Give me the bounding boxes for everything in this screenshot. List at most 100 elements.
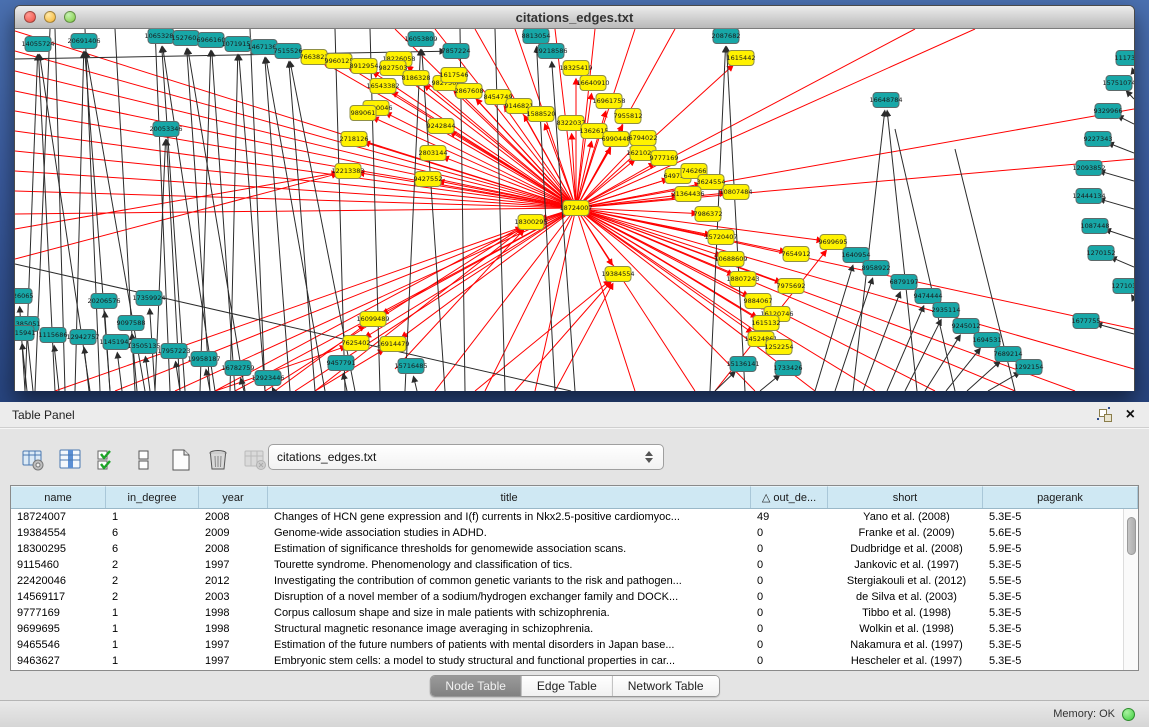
graph-node[interactable]: 20053346: [149, 122, 182, 137]
select-all-checks-icon[interactable]: [94, 447, 120, 473]
graph-node[interactable]: 1615442: [727, 51, 756, 66]
graph-node[interactable]: 1617546: [440, 68, 469, 83]
table-row[interactable]: 911546021997Tourette syndrome. Phenomeno…: [11, 557, 1123, 573]
graph-node[interactable]: 8813054: [522, 29, 551, 44]
tab-edge-table[interactable]: Edge Table: [522, 676, 613, 696]
column-settings-icon[interactable]: [20, 447, 46, 473]
graph-node[interactable]: 1615132: [752, 316, 781, 331]
graph-node[interactable]: 9242844: [427, 119, 456, 134]
graph-node[interactable]: 1117304: [1115, 51, 1134, 66]
graph-node[interactable]: 1115686: [39, 328, 68, 343]
graph-node[interactable]: 7857224: [442, 44, 471, 59]
float-panel-icon[interactable]: [1099, 409, 1112, 422]
trash-icon[interactable]: [205, 447, 231, 473]
select-column-icon[interactable]: [57, 447, 83, 473]
table-row[interactable]: 946362711997Embryonic stem cells: a mode…: [11, 653, 1123, 669]
zoom-window-icon[interactable]: [64, 11, 76, 23]
graph-node[interactable]: 10807484: [719, 185, 752, 200]
graph-node[interactable]: 16053809: [404, 32, 437, 47]
graph-node[interactable]: 9457791: [327, 356, 356, 371]
graph-node[interactable]: 3915941: [15, 326, 35, 341]
graph-node[interactable]: 1733426: [774, 361, 803, 376]
graph-node[interactable]: 9329966: [1094, 104, 1123, 119]
memory-ok-indicator-icon[interactable]: [1122, 708, 1135, 721]
tab-network-table[interactable]: Network Table: [613, 676, 719, 696]
network-canvas[interactable]: 1872400718300295193845547663822996012589…: [15, 29, 1134, 391]
graph-node[interactable]: 7515526: [274, 44, 303, 59]
graph-node[interactable]: 7625402: [342, 336, 371, 351]
graph-node[interactable]: 12923446: [251, 371, 284, 386]
close-window-icon[interactable]: [24, 11, 36, 23]
table-row[interactable]: 1830029562008Estimation of significance …: [11, 541, 1123, 557]
table-row[interactable]: 1938455462009Genome-wide association stu…: [11, 525, 1123, 541]
graph-node[interactable]: 6879197: [890, 275, 919, 290]
graph-node[interactable]: 18325419: [559, 61, 592, 76]
graph-node[interactable]: 14055724: [21, 37, 54, 52]
scrollbar-thumb[interactable]: [1127, 517, 1136, 555]
graph-node[interactable]: 1694531: [973, 333, 1002, 348]
graph-node[interactable]: 12093852: [1072, 161, 1105, 176]
graph-node[interactable]: 1087448: [1081, 219, 1110, 234]
table-row[interactable]: 946554611997Estimation of the future num…: [11, 637, 1123, 653]
graph-node[interactable]: 7654912: [782, 247, 811, 262]
column-header-pagerank[interactable]: pagerank: [983, 486, 1138, 508]
graph-node[interactable]: 15716485: [394, 359, 427, 374]
graph-node[interactable]: 9097588: [117, 316, 146, 331]
graph-node[interactable]: 9227343: [1084, 132, 1113, 147]
graph-node[interactable]: 1677755: [1072, 314, 1101, 329]
graph-node[interactable]: 9699695: [819, 235, 848, 250]
graph-node[interactable]: 18724007: [559, 201, 592, 216]
graph-node[interactable]: 7955812: [614, 109, 643, 124]
table-row[interactable]: 969969511998Structural magnetic resonanc…: [11, 621, 1123, 637]
column-header-name[interactable]: name: [11, 486, 106, 508]
graph-node[interactable]: 16099489: [356, 312, 389, 327]
graph-node[interactable]: 8912954: [350, 59, 379, 74]
graph-node[interactable]: 20691406: [67, 34, 100, 49]
graph-node[interactable]: 10688609: [714, 252, 747, 267]
graph-node[interactable]: 9777169: [650, 151, 679, 166]
graph-node[interactable]: 18807243: [726, 272, 759, 287]
graph-node[interactable]: 16914479: [376, 337, 409, 352]
graph-node[interactable]: 12942757: [66, 330, 99, 345]
graph-node[interactable]: 15720407: [704, 230, 737, 245]
graph-node[interactable]: 17359924: [132, 291, 165, 306]
graph-node[interactable]: 2718126: [340, 132, 369, 147]
column-header-in_degree[interactable]: in_degree: [106, 486, 199, 508]
graph-node[interactable]: 7975692: [777, 279, 806, 294]
graph-node[interactable]: 17957223: [157, 344, 190, 359]
column-header-short[interactable]: short: [828, 486, 983, 508]
graph-node[interactable]: 7986372: [694, 207, 723, 222]
table-row[interactable]: 977716911998Corpus callosum shape and si…: [11, 605, 1123, 621]
graph-node[interactable]: 1271034: [1112, 279, 1134, 294]
graph-node[interactable]: 1588520: [527, 107, 556, 122]
graph-node[interactable]: 1252254: [765, 340, 794, 355]
graph-node[interactable]: 2803144: [419, 146, 448, 161]
graph-node[interactable]: 12444134: [1072, 189, 1105, 204]
graph-node[interactable]: 15751074: [1102, 76, 1134, 91]
table-scrollbar[interactable]: [1123, 509, 1138, 670]
graph-node[interactable]: 18300295: [514, 215, 547, 230]
graph-node[interactable]: 12213383: [331, 164, 364, 179]
graph-node[interactable]: 1270152: [1087, 246, 1116, 261]
graph-node[interactable]: 6794022: [629, 131, 658, 146]
row-toggle-icon[interactable]: [131, 447, 157, 473]
new-document-icon[interactable]: [168, 447, 194, 473]
graph-node[interactable]: 13505135: [127, 339, 160, 354]
graph-node[interactable]: 16782759: [221, 361, 254, 376]
graph-node[interactable]: 9245012: [952, 319, 981, 334]
minimize-window-icon[interactable]: [44, 11, 56, 23]
table-row[interactable]: 2242004622012Investigating the contribut…: [11, 573, 1123, 589]
graph-node[interactable]: 19218586: [534, 44, 567, 59]
graph-node[interactable]: 2867608: [455, 84, 484, 99]
column-header-out_degree[interactable]: △ out_de...: [751, 486, 828, 508]
tab-node-table[interactable]: Node Table: [430, 676, 522, 696]
graph-node[interactable]: 15136141: [726, 357, 759, 372]
graph-node[interactable]: 1292154: [1015, 360, 1044, 375]
graph-node[interactable]: 16648784: [869, 93, 902, 108]
graph-node[interactable]: 2526065: [15, 289, 33, 304]
graph-node[interactable]: 19384554: [601, 267, 634, 282]
graph-node[interactable]: 2087682: [712, 29, 741, 44]
table-row[interactable]: 1872400712008Changes of HCN gene express…: [11, 509, 1123, 525]
graph-node[interactable]: 16961758: [592, 94, 625, 109]
window-titlebar[interactable]: citations_edges.txt: [15, 6, 1134, 29]
